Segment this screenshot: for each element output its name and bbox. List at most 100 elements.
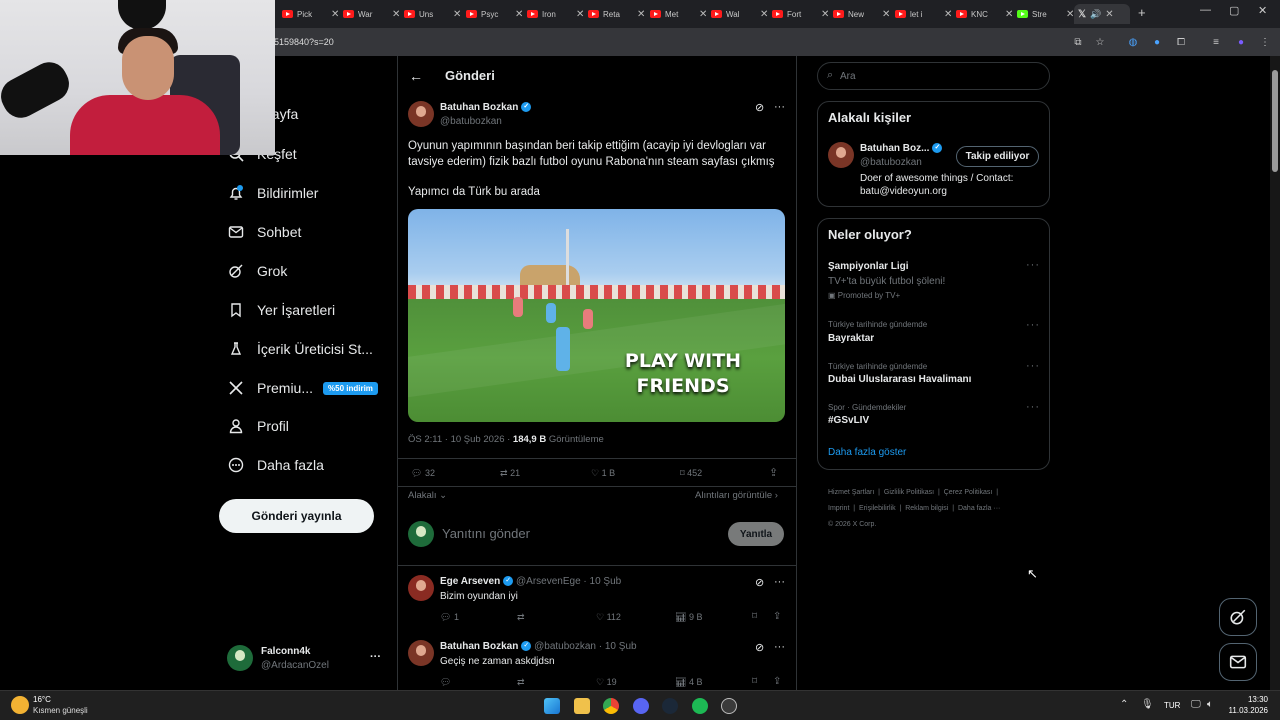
post-more-icon[interactable]: ··· [774, 101, 785, 113]
related-avatar[interactable] [828, 142, 854, 168]
post-video[interactable]: PLAY WITH FRIENDS [408, 209, 785, 422]
reply-button[interactable]: Yanıtla [728, 522, 784, 546]
browser-tab[interactable]: KNC ✕ [956, 4, 1013, 24]
footer-link[interactable]: Erişilebilirlik [859, 505, 896, 512]
extension-icon[interactable]: ◍ [1127, 37, 1139, 48]
like-action[interactable]: ♡ 112 [596, 612, 621, 623]
tray-chevron-up-icon[interactable]: ⌃ [1120, 699, 1128, 710]
related-name[interactable]: Batuhan Boz... ✓ [860, 143, 943, 154]
bookmark-action[interactable]: ⌑ 452 [680, 468, 702, 479]
browser-tab[interactable]: New ✕ [833, 4, 890, 24]
repost-action[interactable]: ⇄ [517, 612, 525, 623]
account-avatar[interactable] [227, 645, 253, 671]
browser-tab[interactable]: Fort ✕ [772, 4, 829, 24]
trend-name[interactable]: #GSvLIV [828, 415, 869, 426]
media-control-icon[interactable]: ≡ [1210, 37, 1222, 48]
close-tab-icon[interactable]: ✕ [760, 9, 768, 20]
sidebar-item-notifications[interactable]: Bildirimler [228, 185, 318, 201]
back-arrow-icon[interactable]: ← [409, 68, 423, 84]
chrome-icon[interactable] [603, 698, 619, 714]
discord-icon[interactable] [633, 698, 649, 714]
browser-tab[interactable]: Stre ✕ [1017, 4, 1074, 24]
close-tab-icon[interactable]: ✕ [637, 9, 645, 20]
close-tab-icon[interactable]: ✕ [699, 9, 707, 20]
browser-tab[interactable]: Met ✕ [650, 4, 707, 24]
footer-link[interactable]: Imprint [828, 505, 849, 512]
related-dropdown[interactable]: Alakalı ⌄ [408, 490, 447, 501]
clock-time[interactable]: 13:30 [1228, 695, 1268, 704]
microphone-icon[interactable]: 🎙︎ [1141, 699, 1154, 710]
browser-tab[interactable]: Iron ✕ [527, 4, 584, 24]
cast-icon[interactable]: ⧉ [1072, 37, 1084, 48]
footer-link[interactable]: Daha fazla ··· [958, 505, 1000, 512]
sidebar-item-premium[interactable]: Premiu... %50 indirim [228, 380, 378, 396]
close-tab-icon[interactable]: ✕ [882, 9, 890, 20]
repost-action[interactable]: ⇄ [517, 677, 525, 688]
browser-tab[interactable]: Psyc ✕ [466, 4, 523, 24]
footer-link[interactable]: Gizlilik Politikası [884, 489, 934, 496]
search-box[interactable]: ⌕ Ara [817, 62, 1050, 90]
reply-action[interactable]: 💬︎ 1 [440, 612, 459, 623]
obs-icon[interactable] [721, 698, 737, 714]
following-button[interactable]: Takip ediliyor [956, 146, 1039, 167]
account-menu-button[interactable]: ··· [370, 651, 381, 663]
trend-name[interactable]: Dubai Uluslararası Havalimanı [828, 374, 971, 385]
view-quotes-link[interactable]: Alıntıları görüntüle › [695, 490, 778, 501]
post-author[interactable]: Batuhan Bozkan ✓ [440, 102, 532, 113]
close-tab-icon[interactable]: ✕ [1005, 9, 1013, 20]
spotify-icon[interactable] [692, 698, 708, 714]
trend-more-icon[interactable]: ··· [1026, 360, 1040, 372]
share-icon[interactable]: ⇪ [769, 466, 778, 479]
minimize-button[interactable]: — [1200, 4, 1211, 16]
close-tab-icon[interactable]: ✕ [576, 9, 584, 20]
reply-author[interactable]: Batuhan Bozkan ✓ @batubozkan · 10 Şub [440, 641, 637, 652]
bookmark-icon[interactable]: ⌑ [752, 676, 757, 687]
close-tab-icon[interactable]: ✕ [821, 9, 829, 20]
clock-date[interactable]: 11.03.2026 [1228, 706, 1268, 715]
sidebar-item-chat[interactable]: Sohbet [228, 224, 301, 240]
share-icon[interactable]: ⇪ [773, 676, 781, 687]
browser-menu-icon[interactable]: ⋮ [1259, 37, 1271, 48]
footer-link[interactable]: Çerez Politikası [944, 489, 993, 496]
steam-icon[interactable] [662, 698, 678, 714]
views-action[interactable]: 📊︎ 9 B [675, 612, 702, 623]
close-tab-icon[interactable]: ✕ [453, 9, 461, 20]
author-avatar[interactable] [408, 101, 434, 127]
search-input[interactable]: Ara [840, 71, 856, 82]
sidebar-item-bookmarks[interactable]: Yer İşaretleri [228, 302, 335, 318]
file-explorer-icon[interactable] [574, 698, 590, 714]
trend-more-icon[interactable]: ··· [1026, 401, 1040, 413]
browser-tab-active[interactable]: 𝕏 🔊 ✕ [1074, 4, 1130, 24]
network-icon[interactable]: 🖵︎ [1191, 699, 1201, 710]
url-field[interactable]: 5159840?s=20 [274, 37, 334, 47]
extensions-puzzle-icon[interactable]: ⧠ [1175, 37, 1187, 48]
footer-link[interactable]: Reklam bilgisi [905, 505, 948, 512]
grok-explain-icon[interactable]: ⊘ [755, 101, 764, 114]
trend-more-icon[interactable]: ··· [1026, 259, 1040, 271]
browser-tab[interactable]: Wal ✕ [711, 4, 768, 24]
sidebar-item-grok[interactable]: Grok [228, 263, 287, 279]
trend-name[interactable]: Bayraktar [828, 333, 874, 344]
windows-start-icon[interactable] [544, 698, 560, 714]
bookmark-star-icon[interactable]: ☆ [1094, 37, 1106, 48]
trend-more-icon[interactable]: ··· [1026, 319, 1040, 331]
reply-action[interactable]: 💬︎ 32 [411, 468, 435, 479]
reply-author[interactable]: Ege Arseven ✓ @ArsevenEge · 10 Şub [440, 576, 621, 587]
reply-input[interactable]: Yanıtını gönder [442, 526, 530, 541]
browser-tab[interactable]: let i ✕ [895, 4, 952, 24]
sidebar-item-creator-studio[interactable]: İçerik Üreticisi St... [228, 341, 373, 357]
reply-more-icon[interactable]: ··· [774, 576, 785, 588]
new-tab-button[interactable]: + [1138, 5, 1146, 20]
browser-tab[interactable]: Uns ✕ [404, 4, 461, 24]
grok-fab-button[interactable] [1219, 598, 1257, 636]
reply-author-avatar[interactable] [408, 575, 434, 601]
reply-action[interactable]: 💬︎ [440, 677, 451, 688]
close-tab-icon[interactable]: ✕ [944, 9, 952, 20]
extension-icon[interactable]: ● [1151, 37, 1163, 48]
scrollbar-thumb[interactable] [1272, 70, 1278, 172]
close-tab-icon[interactable]: ✕ [331, 9, 339, 20]
browser-tab[interactable]: Reta ✕ [588, 4, 645, 24]
grok-explain-icon[interactable]: ⊘ [755, 576, 764, 589]
grok-explain-icon[interactable]: ⊘ [755, 641, 764, 654]
close-tab-icon[interactable]: ✕ [1105, 9, 1113, 20]
